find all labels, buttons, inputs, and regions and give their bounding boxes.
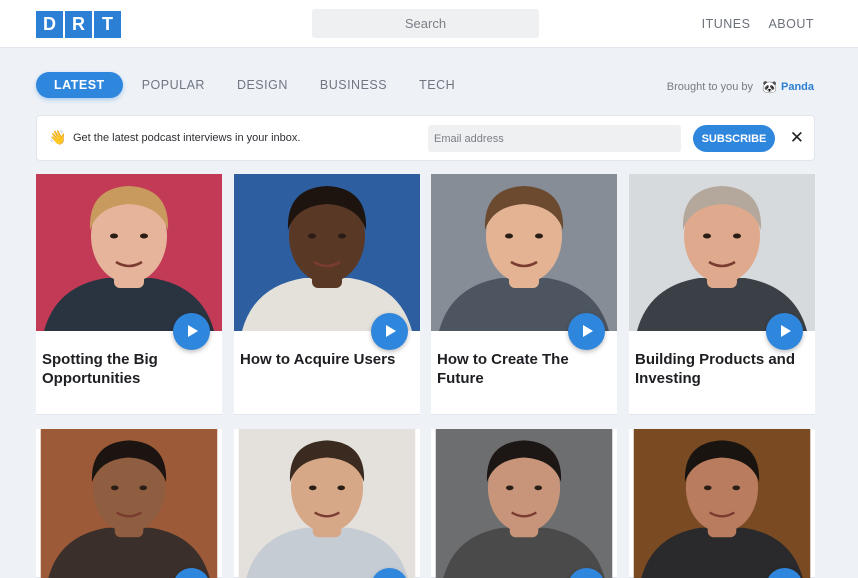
eye (733, 233, 741, 239)
episode-title[interactable]: Building Products and Investing (635, 350, 811, 388)
waving-hand-icon: 👋 (49, 129, 67, 145)
tab-tech[interactable]: TECH (419, 72, 455, 98)
guest-photo (431, 429, 617, 578)
episode-title[interactable]: Spotting the Big Opportunities (42, 350, 218, 388)
eye (534, 485, 543, 491)
eye (703, 485, 712, 491)
newsletter-text: Get the latest podcast interviews in you… (73, 132, 301, 144)
episode-card[interactable] (36, 429, 222, 578)
top-nav: ITUNES ABOUT (702, 17, 814, 31)
logo-letter: D (36, 11, 63, 38)
episode-title[interactable]: How to Create The Future (437, 350, 613, 388)
guest-photo (234, 429, 420, 578)
drt-logo[interactable]: D R T (36, 11, 121, 38)
episode-title[interactable]: How to Acquire Users (240, 350, 416, 369)
eye (732, 485, 741, 491)
play-button[interactable] (173, 313, 210, 350)
eye (703, 233, 711, 239)
newsletter-banner: 👋 Get the latest podcast interviews in y… (36, 115, 815, 161)
play-button[interactable] (766, 313, 803, 350)
tab-latest[interactable]: LATEST (36, 72, 123, 98)
eye (337, 485, 346, 491)
subscribe-button[interactable]: SUBSCRIBE (693, 125, 775, 152)
episode-card[interactable]: Spotting the Big Opportunities (36, 174, 222, 415)
eye (308, 233, 316, 239)
sponsor-text: Brought to you by (666, 81, 754, 93)
guest-photo (36, 429, 222, 578)
eye (140, 233, 148, 239)
panda-icon: 🐼 (762, 80, 777, 94)
sponsor-credit: Brought to you by 🐼 Panda (667, 81, 814, 93)
eye (338, 233, 346, 239)
tab-design[interactable]: DESIGN (237, 72, 288, 98)
episode-card[interactable] (234, 429, 420, 578)
episode-card[interactable]: How to Create The Future (431, 174, 617, 415)
logo-letter: T (94, 11, 121, 38)
top-bar: D R T ITUNES ABOUT (0, 0, 858, 48)
eye (110, 233, 118, 239)
eye (505, 485, 514, 491)
episode-card[interactable]: Building Products and Investing (629, 174, 815, 415)
sponsor-link[interactable]: Panda (781, 81, 814, 93)
episode-card[interactable]: How to Acquire Users (234, 174, 420, 415)
eye (505, 233, 513, 239)
play-button[interactable] (568, 313, 605, 350)
play-button[interactable] (371, 313, 408, 350)
nav-link-itunes[interactable]: ITUNES (702, 17, 751, 31)
email-field[interactable] (428, 125, 681, 152)
episode-card[interactable] (431, 429, 617, 578)
close-icon[interactable]: ✕ (790, 128, 804, 148)
guest-photo (234, 174, 420, 331)
episode-card[interactable] (629, 429, 815, 578)
eye (139, 485, 148, 491)
eye (308, 485, 317, 491)
search-input[interactable] (312, 9, 539, 38)
nav-link-about[interactable]: ABOUT (768, 17, 814, 31)
eye (535, 233, 543, 239)
logo-letter: R (65, 11, 92, 38)
category-tabs: LATEST POPULAR DESIGN BUSINESS TECH (36, 72, 487, 98)
guest-photo (431, 174, 617, 331)
tab-business[interactable]: BUSINESS (320, 72, 387, 98)
tab-popular[interactable]: POPULAR (142, 72, 205, 98)
eye (110, 485, 119, 491)
guest-photo (629, 429, 815, 578)
guest-photo (36, 174, 222, 331)
guest-photo (629, 174, 815, 331)
